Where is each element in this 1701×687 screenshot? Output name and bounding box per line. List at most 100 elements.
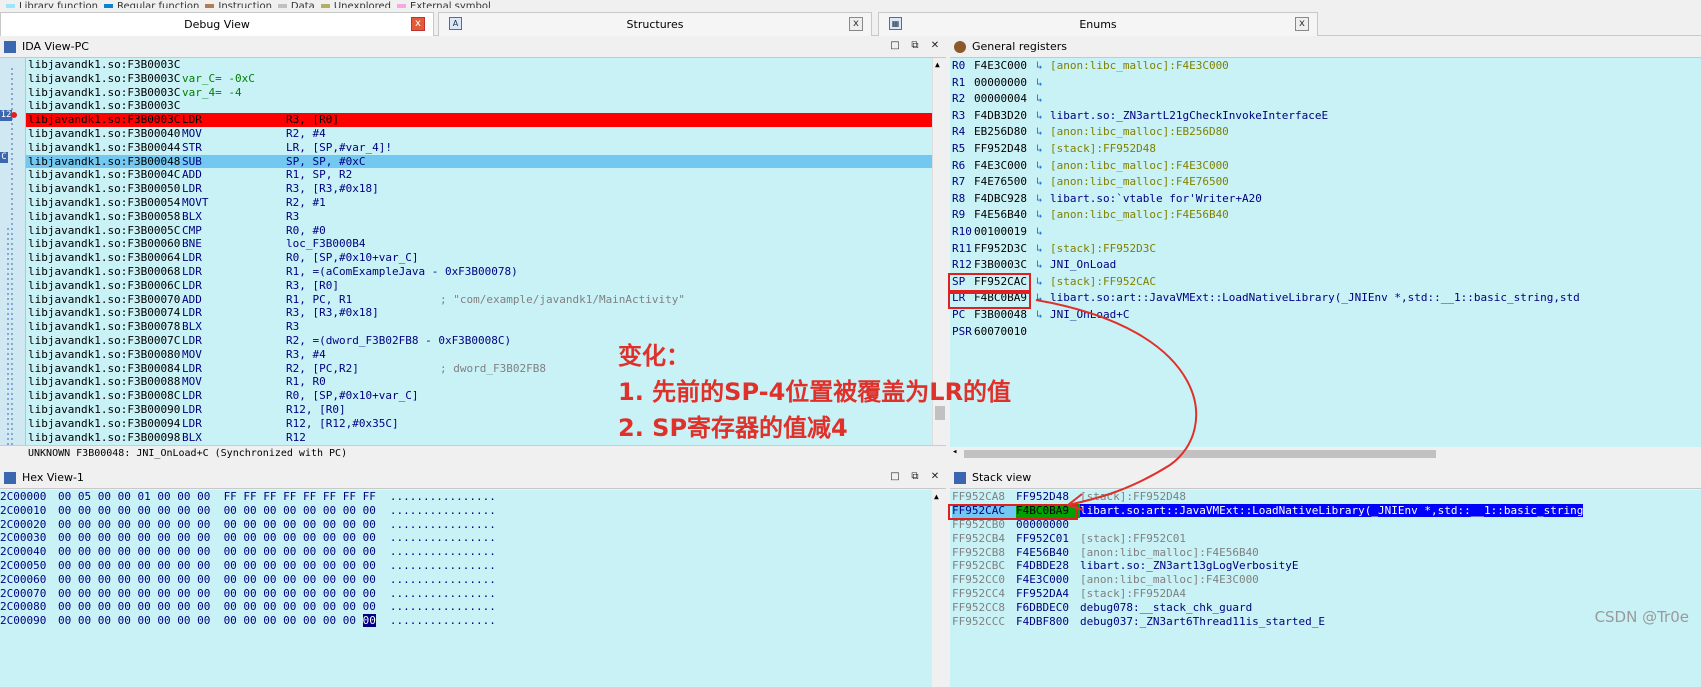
register-row[interactable]: R2 00000004 ↳	[950, 91, 1701, 108]
stack-value[interactable]: FF952C01	[1016, 532, 1080, 546]
disassembly-line[interactable]: libjavandk1.so:F3B00058 BLX R3	[26, 210, 932, 224]
disassembly-line[interactable]: libjavandk1.so:F3B00078 BLX R3	[26, 320, 932, 334]
register-row[interactable]: R1 00000000 ↳	[950, 75, 1701, 92]
tab-enums[interactable]: ▦ Enums x	[878, 12, 1318, 36]
register-value[interactable]: EB256D80	[974, 124, 1036, 141]
register-value[interactable]: 00100019	[974, 224, 1036, 241]
close-icon[interactable]: ✕	[928, 39, 942, 53]
jump-arrow-icon[interactable]: ↳	[1036, 124, 1050, 141]
hex-row[interactable]: 2C00070 00 00 00 00 00 00 00 00 00 00 00 …	[0, 587, 946, 601]
close-icon[interactable]: x	[1295, 17, 1309, 31]
hex-view[interactable]: 2C00000 00 05 00 00 01 00 00 00 FF FF FF …	[0, 490, 946, 687]
register-row[interactable]: R4 EB256D80 ↳ [anon:libc_malloc]:EB256D80	[950, 124, 1701, 141]
jump-arrow-icon[interactable]: ↳	[1036, 307, 1050, 324]
register-row[interactable]: R10 00100019 ↳	[950, 224, 1701, 241]
disassembly-line[interactable]: libjavandk1.so:F3B00070 ADD R1, PC, R1 ; "c…	[26, 293, 932, 307]
stack-row[interactable]: FF952CB4 FF952C01 [stack]:FF952C01	[950, 532, 1701, 546]
disassembly-line[interactable]: libjavandk1.so:F3B0005C CMP R0, #0	[26, 224, 932, 238]
disassembly-line[interactable]: libjavandk1.so:F3B00050 LDR R3, [R3,#0x18]	[26, 182, 932, 196]
vertical-scrollbar[interactable]: ▲	[932, 490, 946, 687]
restore-icon[interactable]: ⧉	[908, 39, 922, 53]
stack-row[interactable]: FF952CC0 F4E3C000 [anon:libc_malloc]:F4E3C…	[950, 573, 1701, 587]
disassembly-line[interactable]: libjavandk1.so:F3B00054 MOVT R2, #1	[26, 196, 932, 210]
hex-row[interactable]: 2C00040 00 00 00 00 00 00 00 00 00 00 00 …	[0, 545, 946, 559]
disassembly-line[interactable]: libjavandk1.so:F3B0003C var_4= -4	[26, 86, 932, 100]
jump-arrow-icon[interactable]: ↳	[1036, 174, 1050, 191]
register-value[interactable]: 00000004	[974, 91, 1036, 108]
close-icon[interactable]: x	[849, 17, 863, 31]
register-value[interactable]: 00000000	[974, 75, 1036, 92]
disassembly-line[interactable]: libjavandk1.so:F3B0003C	[26, 58, 932, 72]
register-row[interactable]: R8 F4DBC928 ↳ libart.so:`vtable for'Writer+…	[950, 191, 1701, 208]
hex-row[interactable]: 2C00000 00 05 00 00 01 00 00 00 FF FF FF …	[0, 490, 946, 504]
register-row[interactable]: PSR 60070010	[950, 324, 1701, 341]
disassembly-line[interactable]: libjavandk1.so:F3B00060 BNE loc_F3B000B4	[26, 237, 932, 251]
register-row[interactable]: R9 F4E56B40 ↳ [anon:libc_malloc]:F4E56B40	[950, 207, 1701, 224]
hex-row[interactable]: 2C00010 00 00 00 00 00 00 00 00 00 00 00 …	[0, 504, 946, 518]
hex-row[interactable]: 2C00060 00 00 00 00 00 00 00 00 00 00 00 …	[0, 573, 946, 587]
register-row[interactable]: R0 F4E3C000 ↳ [anon:libc_malloc]:F4E3C000	[950, 58, 1701, 75]
register-row[interactable]: R7 F4E76500 ↳ [anon:libc_malloc]:F4E76500	[950, 174, 1701, 191]
stack-row[interactable]: FF952CCC F4DBF800 debug037:_ZN3art6Thread1…	[950, 615, 1701, 629]
stack-value[interactable]: F6DBDEC0	[1016, 601, 1080, 615]
register-row[interactable]: LR F4BC0BA9 ↳ libart.so:art::JavaVMExt::Loa…	[950, 290, 1701, 307]
register-value[interactable]: F4DB3D20	[974, 108, 1036, 125]
register-row[interactable]: R11 FF952D3C ↳ [stack]:FF952D3C	[950, 241, 1701, 258]
stack-value[interactable]: FF952DA4	[1016, 587, 1080, 601]
stack-value[interactable]: FF952D48	[1016, 490, 1080, 504]
disassembly-line[interactable]: libjavandk1.so:F3B00048 SUB SP, SP, #0xC	[26, 154, 932, 169]
stack-row[interactable]: FF952CBC F4DBDE28 libart.so:_ZN3art13gLogV…	[950, 559, 1701, 573]
disassembly-line[interactable]: libjavandk1.so:F3B00044 STR LR, [SP,#var_4…	[26, 141, 932, 155]
maximize-icon[interactable]: □	[888, 470, 902, 484]
jump-arrow-icon[interactable]: ↳	[1036, 207, 1050, 224]
disassembly-line[interactable]: libjavandk1.so:F3B00074 LDR R3, [R3,#0x18]	[26, 306, 932, 320]
jump-arrow-icon[interactable]: ↳	[1036, 191, 1050, 208]
stack-value[interactable]: F4DBF800	[1016, 615, 1080, 629]
horizontal-scrollbar[interactable]: ◂	[950, 447, 1701, 461]
disassembly-line[interactable]: libjavandk1.so:F3B0003C var_C= -0xC	[26, 72, 932, 86]
jump-arrow-icon[interactable]: ↳	[1036, 75, 1050, 92]
jump-arrow-icon[interactable]: ↳	[1036, 224, 1050, 241]
scroll-left-icon[interactable]: ◂	[952, 447, 957, 457]
close-icon[interactable]: ✕	[928, 470, 942, 484]
scroll-up-icon[interactable]: ▲	[934, 492, 939, 501]
jump-arrow-icon[interactable]: ↳	[1036, 58, 1050, 75]
jump-arrow-icon[interactable]: ↳	[1036, 108, 1050, 125]
restore-icon[interactable]: ⧉	[908, 470, 922, 484]
tab-debug-view[interactable]: Debug View x	[0, 12, 434, 36]
register-row[interactable]: R12 F3B0003C ↳ JNI_OnLoad	[950, 257, 1701, 274]
disassembly-line[interactable]: libjavandk1.so:F3B0006C LDR R3, [R0]	[26, 279, 932, 293]
register-value[interactable]: F4E76500	[974, 174, 1036, 191]
jump-arrow-icon[interactable]: ↳	[1036, 91, 1050, 108]
stack-row[interactable]: FF952CC4 FF952DA4 [stack]:FF952DA4	[950, 587, 1701, 601]
register-value[interactable]: F3B0003C	[974, 257, 1036, 274]
scroll-thumb[interactable]	[964, 450, 1436, 458]
disassembly-line[interactable]: libjavandk1.so:F3B0003C	[26, 99, 932, 113]
register-value[interactable]: F3B00048	[974, 307, 1036, 324]
register-value[interactable]: F4E3C000	[974, 158, 1036, 175]
scroll-up-icon[interactable]: ▲	[935, 60, 940, 69]
jump-arrow-icon[interactable]: ↳	[1036, 158, 1050, 175]
stack-value[interactable]: F4E56B40	[1016, 546, 1080, 560]
disassembly-line[interactable]: libjavandk1.so:F3B00068 LDR R1, =(aComExam…	[26, 265, 932, 279]
hex-row[interactable]: 2C00050 00 00 00 00 00 00 00 00 00 00 00 …	[0, 559, 946, 573]
general-registers-view[interactable]: R0 F4E3C000 ↳ [anon:libc_malloc]:F4E3C000 R1…	[950, 58, 1701, 460]
hex-row[interactable]: 2C00090 00 00 00 00 00 00 00 00 00 00 00 …	[0, 614, 946, 628]
disassembly-line[interactable]: libjavandk1.so:F3B0003C LDR R3, [R0]	[26, 113, 932, 127]
register-row[interactable]: SP FF952CAC ↳ [stack]:FF952CAC	[950, 274, 1701, 291]
stack-row[interactable]: FF952CC8 F6DBDEC0 debug078:__stack_chk_gua…	[950, 601, 1701, 615]
tab-structures[interactable]: A Structures x	[438, 12, 872, 36]
stack-row[interactable]: FF952CB8 F4E56B40 [anon:libc_malloc]:F4E56…	[950, 546, 1701, 560]
hex-row[interactable]: 2C00020 00 00 00 00 00 00 00 00 00 00 00 …	[0, 518, 946, 532]
jump-arrow-icon[interactable]: ↳	[1036, 141, 1050, 158]
stack-value[interactable]: F4DBDE28	[1016, 559, 1080, 573]
register-value[interactable]: FF952D3C	[974, 241, 1036, 258]
register-value[interactable]: F4E3C000	[974, 58, 1036, 75]
register-row[interactable]: R6 F4E3C000 ↳ [anon:libc_malloc]:F4E3C000	[950, 158, 1701, 175]
stack-row[interactable]: FF952CA8 FF952D48 [stack]:FF952D48	[950, 490, 1701, 504]
jump-arrow-icon[interactable]: ↳	[1036, 274, 1050, 291]
maximize-icon[interactable]: □	[888, 39, 902, 53]
register-row[interactable]: R5 FF952D48 ↳ [stack]:FF952D48	[950, 141, 1701, 158]
register-value[interactable]: F4E56B40	[974, 207, 1036, 224]
register-value[interactable]: F4DBC928	[974, 191, 1036, 208]
